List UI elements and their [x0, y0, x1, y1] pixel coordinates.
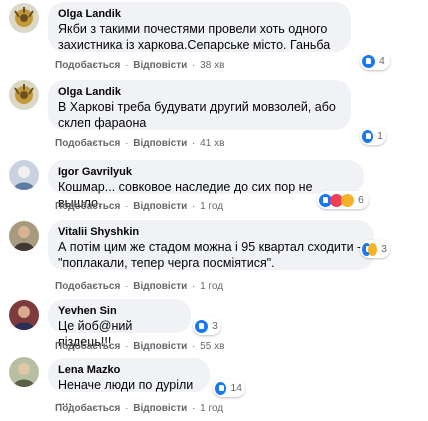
reaction-count: 4 [379, 55, 385, 67]
avatar-image [9, 3, 39, 33]
comment-bubble: Lena Mazko Неначе люди по дуріли .... [48, 358, 210, 408]
reply-link[interactable]: Відповісти [133, 403, 187, 414]
avatar[interactable] [9, 160, 39, 190]
reply-link[interactable]: Відповісти [133, 201, 187, 212]
comment-actions: Подобається · Відповісти · 1 год [55, 403, 223, 415]
like-link[interactable]: Подобається [55, 138, 120, 149]
like-link[interactable]: Подобається [55, 341, 120, 352]
like-icon [195, 319, 208, 333]
like-icon [362, 129, 374, 143]
comment-bubble: Olga Landik Якби з такими почестями пров… [48, 2, 351, 52]
comment-actions: Подобається · Відповісти · 1 год [55, 281, 223, 293]
reply-link[interactable]: Відповісти [133, 138, 187, 149]
avatar[interactable] [9, 300, 39, 330]
comment-author[interactable]: Vitalii Shyshkin [58, 225, 363, 239]
comment-timestamp[interactable]: 1 год [200, 403, 223, 414]
like-icon [362, 54, 375, 68]
avatar-image [9, 357, 39, 387]
comment-text: А потім цим же стадом можна і 95 квартал… [58, 240, 362, 270]
reaction-summary[interactable]: 1 [360, 127, 386, 145]
like-link[interactable]: Подобається [55, 281, 120, 292]
separator: · [192, 138, 196, 149]
comment-author[interactable]: Olga Landik [58, 7, 340, 21]
like-link[interactable]: Подобається [55, 201, 120, 212]
avatar-image [9, 160, 39, 190]
reaction-count: 1 [377, 130, 383, 142]
separator: · [192, 60, 196, 71]
reaction-summary[interactable]: 4 [360, 52, 390, 70]
reaction-count: 6 [358, 194, 364, 206]
comment-actions: Подобається · Відповісти · 55 хв [55, 341, 224, 353]
comment-timestamp[interactable]: 38 хв [200, 60, 224, 71]
avatar-image [9, 221, 39, 251]
comment-actions: Подобається · Відповісти · 1 год [55, 201, 223, 213]
haha-icon [368, 242, 378, 256]
separator: · [125, 201, 129, 212]
comment-author[interactable]: Yevhen Sin [58, 304, 180, 318]
comment-bubble: Vitalii Shyshkin А потім цим же стадом м… [48, 220, 374, 270]
like-icon [215, 381, 227, 395]
avatar[interactable] [9, 3, 39, 33]
comment-bubble: Igor Gavrilyuk Кошмар... совковое наслед… [48, 160, 364, 210]
separator: · [192, 403, 196, 414]
comment-actions: Подобається · Відповісти · 41 хв [55, 138, 224, 150]
avatar-image [9, 80, 39, 110]
reaction-count: 14 [230, 382, 242, 394]
comment-timestamp[interactable]: 1 год [200, 281, 223, 292]
reaction-summary[interactable]: 3 [360, 240, 390, 258]
separator: · [192, 281, 196, 292]
separator: · [125, 281, 129, 292]
comment-bubble: Olga Landik В Харкові треба будувати дру… [48, 80, 351, 130]
like-link[interactable]: Подобається [55, 403, 120, 414]
haha-icon [341, 193, 354, 207]
comment-timestamp[interactable]: 55 хв [200, 341, 224, 352]
separator: · [125, 403, 129, 414]
reaction-summary[interactable]: 3 [193, 317, 221, 335]
reaction-summary[interactable]: 6 [317, 191, 369, 209]
reply-link[interactable]: Відповісти [133, 60, 187, 71]
separator: · [125, 138, 129, 149]
avatar[interactable] [9, 357, 39, 387]
comment-author[interactable]: Olga Landik [58, 85, 340, 99]
reaction-count: 3 [212, 320, 218, 332]
avatar-image [9, 300, 39, 330]
avatar[interactable] [9, 80, 39, 110]
separator: · [125, 60, 129, 71]
reaction-summary[interactable]: 14 [213, 379, 245, 397]
comment-text: Якби з такими почестями провели хоть одн… [58, 22, 331, 52]
comment-author[interactable]: Lena Mazko [58, 363, 199, 377]
like-link[interactable]: Подобається [55, 60, 120, 71]
comment-author[interactable]: Igor Gavrilyuk [58, 165, 353, 179]
avatar[interactable] [9, 221, 39, 251]
separator: · [125, 341, 129, 352]
comment-timestamp[interactable]: 1 год [200, 201, 223, 212]
comment-text: В Харкові треба будувати другий мовзолей… [58, 100, 336, 130]
comment-timestamp[interactable]: 41 хв [200, 138, 224, 149]
comment-actions: Подобається · Відповісти · 38 хв [55, 60, 224, 72]
reply-link[interactable]: Відповісти [133, 281, 187, 292]
separator: · [192, 341, 196, 352]
separator: · [192, 201, 196, 212]
reply-link[interactable]: Відповісти [133, 341, 187, 352]
comment-bubble: Yevhen Sin Це йоб@ний піздець!!! [48, 299, 191, 349]
reaction-count: 3 [381, 243, 387, 255]
